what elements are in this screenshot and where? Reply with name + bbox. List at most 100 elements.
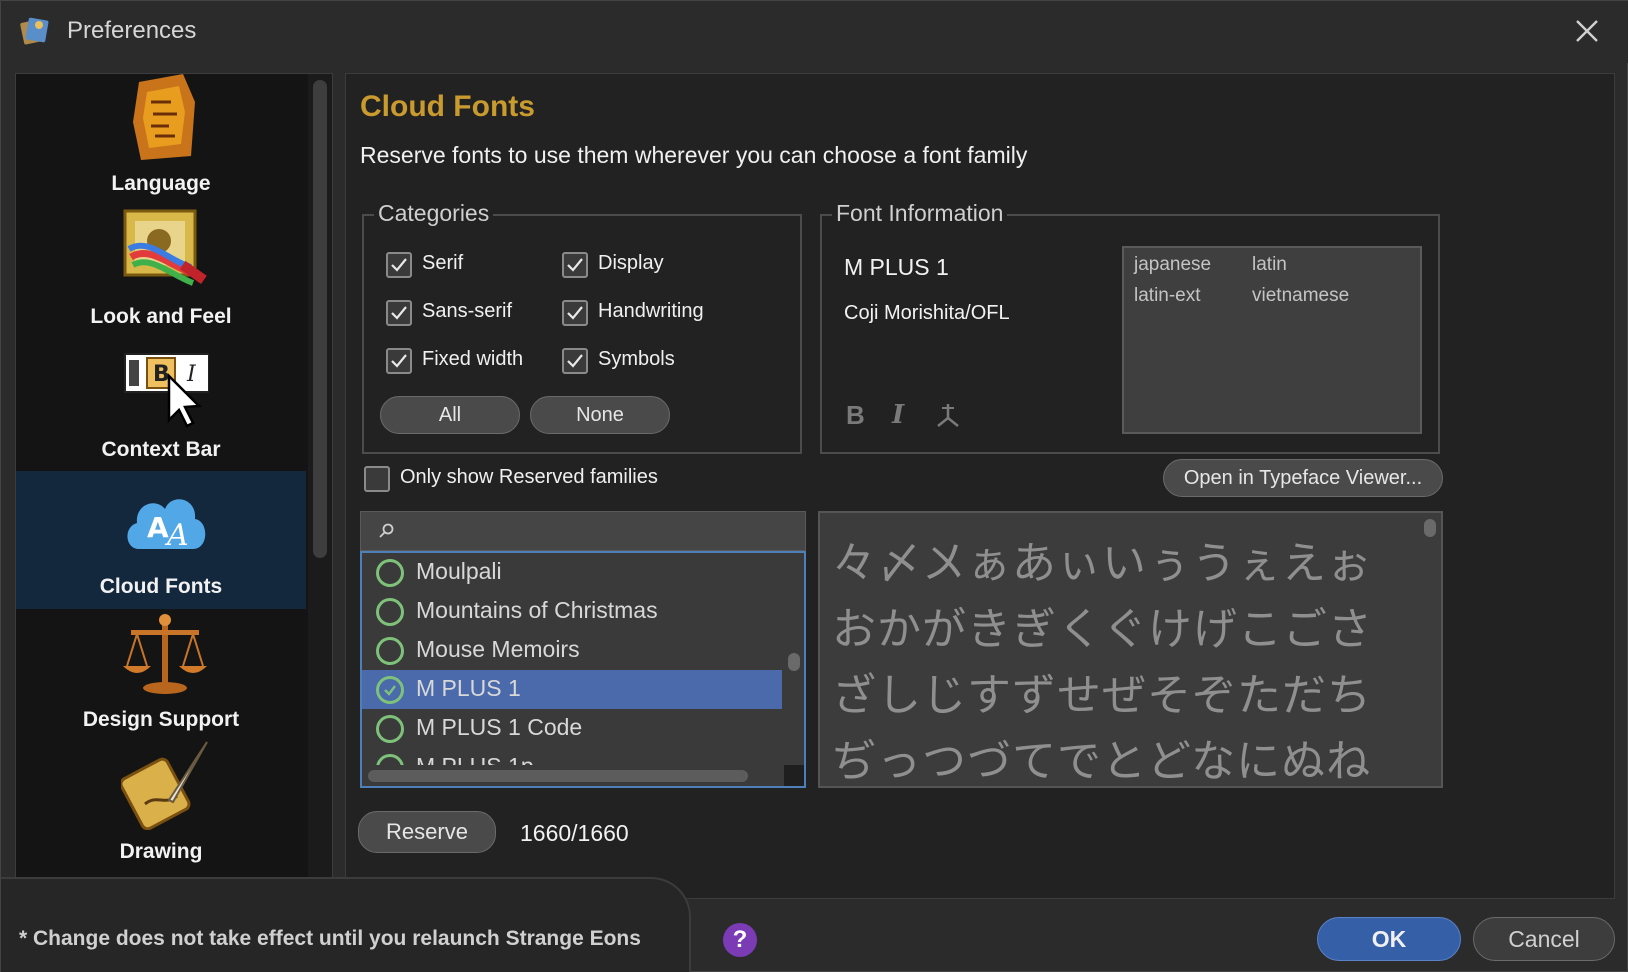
subset-item: vietnamese — [1252, 285, 1350, 306]
font-author: Coji Morishita/OFL — [844, 302, 1010, 324]
cancel-button[interactable]: Cancel — [1473, 917, 1615, 961]
preview-line: 々〆〤ぁあぃいぅうぇえぉ — [832, 538, 1372, 589]
categories-title: Categories — [374, 200, 494, 227]
subset-item: latin-ext — [1134, 285, 1201, 306]
preferences-window: Preferences Language Look and Feel B I C… — [0, 0, 1628, 972]
footer-note-tab — [1, 877, 691, 972]
list-vertical-scrollbar[interactable] — [784, 553, 804, 765]
quill-icon — [121, 741, 208, 830]
font-information-title: Font Information — [832, 200, 1008, 227]
page-description: Reserve fonts to use them wherever you c… — [360, 142, 1028, 168]
sidebar-item-design-support[interactable]: Design Support — [16, 604, 306, 742]
reserve-radio[interactable] — [376, 598, 404, 626]
close-button[interactable] — [1567, 13, 1607, 49]
sidebar-label-cloud-fonts: Cloud Fonts — [99, 575, 223, 598]
svg-text:B: B — [153, 362, 170, 387]
context-bar-icon: B I — [124, 353, 209, 428]
italic-style-icon: I — [892, 400, 905, 430]
sidebar-item-look-and-feel[interactable]: Look and Feel — [16, 201, 306, 339]
sidebar-label-drawing: Drawing — [119, 840, 203, 863]
list-item[interactable]: Mountains of Christmas — [362, 592, 782, 631]
relaunch-note: * Change does not take effect until you … — [19, 927, 641, 950]
checkbox-box — [386, 252, 412, 278]
list-item[interactable]: Mouse Memoirs — [362, 631, 782, 670]
language-icon — [133, 74, 195, 160]
reserve-radio[interactable] — [376, 676, 404, 704]
font-name: M PLUS 1 — [416, 675, 521, 701]
sidebar-item-context-bar[interactable]: B I Context Bar — [16, 334, 306, 472]
list-item[interactable]: Moulpali — [362, 553, 782, 592]
partial-check-icon — [384, 685, 396, 696]
font-search-field[interactable] — [360, 511, 806, 551]
subset-item: latin — [1252, 254, 1287, 275]
sidebar-item-cloud-fonts[interactable]: A A Cloud Fonts — [16, 471, 306, 609]
list-horizontal-scrollbar[interactable] — [362, 765, 782, 786]
select-all-button[interactable]: All — [380, 396, 520, 434]
list-item-selected[interactable]: M PLUS 1 — [362, 670, 782, 709]
font-name: M PLUS 1 Code — [416, 714, 583, 740]
sidebar-label-context-bar: Context Bar — [101, 438, 221, 461]
sidebar-item-drawing[interactable]: Drawing — [16, 736, 306, 874]
checkbox-box — [562, 300, 588, 326]
sidebar-scroll-thumb[interactable] — [313, 80, 327, 558]
handwriting-label: Handwriting — [598, 300, 704, 322]
help-button[interactable]: ? — [723, 923, 757, 957]
checkbox-box — [562, 348, 588, 374]
check-icon — [391, 306, 407, 320]
check-icon — [567, 354, 583, 368]
bold-style-icon: B — [846, 400, 865, 430]
cloud-font-icon: A A — [127, 499, 206, 553]
page-title: Cloud Fonts — [360, 90, 535, 123]
list-scroll-thumb[interactable] — [788, 653, 800, 671]
checkbox-box — [386, 348, 412, 374]
fixed-width-label: Fixed width — [422, 348, 524, 370]
search-icon — [379, 523, 394, 538]
font-information-group: Font Information M PLUS 1 Coji Morishita… — [820, 200, 1440, 454]
check-icon — [391, 258, 407, 272]
reserve-button[interactable]: Reserve — [358, 811, 496, 853]
check-icon — [391, 354, 407, 368]
paint-brush-icon — [123, 209, 207, 286]
sans-serif-label: Sans-serif — [422, 300, 513, 322]
font-name: Mountains of Christmas — [416, 597, 658, 623]
subset-item: japanese — [1134, 254, 1212, 275]
symbols-label: Symbols — [598, 348, 675, 370]
preview-scrollbar[interactable] — [1420, 513, 1441, 786]
font-name: Moulpali — [416, 558, 502, 584]
font-family-list[interactable]: Moulpali Mountains of Christmas Mouse Me… — [360, 551, 806, 788]
font-preview: 々〆〤ぁあぃいぅうぇえぉ おかがきぎくぐけげこごさ ざしじすずせぜそぞただち ぢ… — [818, 511, 1443, 788]
checkbox-box — [562, 252, 588, 278]
categories-group: Categories Serif Display Sans-serif Hand… — [362, 200, 802, 454]
list-item[interactable]: M PLUS 1 Code — [362, 709, 782, 748]
ok-button[interactable]: OK — [1317, 917, 1461, 961]
title-bar: Preferences — [1, 1, 1628, 63]
font-name: Mouse Memoirs — [416, 636, 580, 662]
list-hscroll-thumb[interactable] — [368, 770, 748, 782]
reserve-radio[interactable] — [376, 559, 404, 587]
reserve-radio[interactable] — [376, 637, 404, 665]
svg-text:A: A — [164, 518, 189, 553]
preferences-sidebar: Language Look and Feel B I Context Bar A… — [15, 73, 333, 899]
svg-text:A: A — [147, 511, 169, 544]
reserve-radio[interactable] — [376, 715, 404, 743]
display-label: Display — [598, 252, 664, 274]
sidebar-scrollbar[interactable] — [308, 74, 332, 898]
svg-text:I: I — [186, 362, 197, 387]
check-icon — [567, 306, 583, 320]
preview-line: ざしじすずせぜそぞただち — [832, 670, 1372, 721]
sidebar-label-look-and-feel: Look and Feel — [90, 305, 232, 328]
open-typeface-viewer-button[interactable]: Open in Typeface Viewer... — [1163, 459, 1443, 497]
sidebar-label-language: Language — [111, 172, 211, 195]
app-icon — [20, 17, 49, 45]
cloud-fonts-panel: Cloud Fonts Reserve fonts to use them wh… — [345, 73, 1615, 899]
scales-icon — [123, 614, 207, 694]
close-icon — [1576, 20, 1598, 42]
scroll-corner — [784, 765, 804, 786]
select-none-button[interactable]: None — [530, 396, 670, 434]
sidebar-item-language[interactable]: Language — [16, 74, 306, 206]
reserved-count: 1660/1660 — [520, 820, 629, 846]
preview-scroll-thumb[interactable] — [1424, 519, 1436, 537]
checkbox-box — [364, 466, 390, 492]
font-family-name: M PLUS 1 — [844, 254, 949, 280]
serif-label: Serif — [422, 252, 464, 274]
